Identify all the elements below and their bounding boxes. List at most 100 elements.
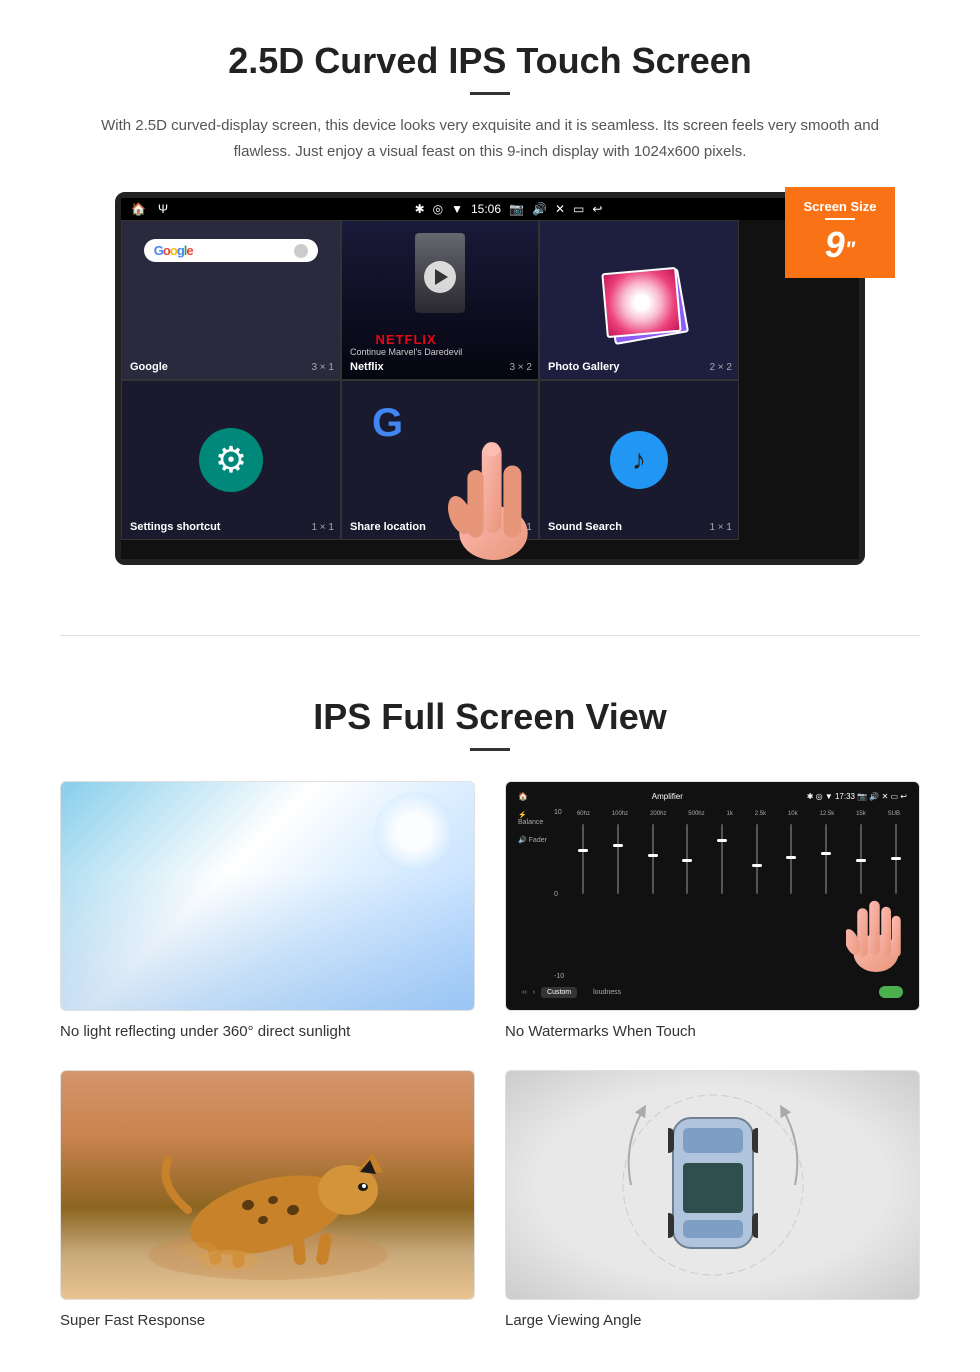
google-size: 3 × 1 bbox=[311, 362, 334, 373]
sun-rays bbox=[374, 792, 454, 872]
car-caption: Large Viewing Angle bbox=[505, 1312, 920, 1329]
close-icon[interactable]: ✕ bbox=[555, 202, 565, 216]
cheetah-silhouette-svg bbox=[118, 1085, 418, 1285]
location-icon: ◎ bbox=[433, 202, 443, 216]
window-icon[interactable]: ▭ bbox=[573, 202, 584, 216]
section1-title: 2.5D Curved IPS Touch Screen bbox=[60, 40, 920, 82]
sound-icon-wrap: ♪ bbox=[540, 381, 738, 539]
section-divider bbox=[60, 635, 920, 636]
google-logo: Google bbox=[154, 243, 193, 258]
settings-size: 1 × 1 bbox=[311, 522, 334, 533]
eq-slider-2[interactable] bbox=[617, 819, 619, 899]
eq-slider-1[interactable] bbox=[582, 819, 584, 899]
equalizer-image: 🏠 Amplifier ✱ ◎ ▼ 17:33 📷 🔊 ✕ ▭ ↩ ⚡ Bala… bbox=[506, 782, 919, 1010]
time-display: 15:06 bbox=[471, 202, 501, 216]
netflix-size: 3 × 2 bbox=[509, 362, 532, 373]
pointing-hand-icon bbox=[438, 389, 558, 569]
title-underline bbox=[470, 92, 510, 95]
device-mockup: Screen Size 9" 🏠 Ψ ✱ ◎ ▼ bbox=[115, 192, 865, 565]
statusbar-center: ✱ ◎ ▼ 15:06 📷 🔊 ✕ ▭ ↩ bbox=[415, 202, 603, 216]
cheetah-image bbox=[61, 1071, 474, 1299]
features-grid: No light reflecting under 360° direct su… bbox=[60, 781, 920, 1329]
section2-title: IPS Full Screen View bbox=[60, 696, 920, 738]
bluetooth-icon: ✱ bbox=[415, 202, 425, 216]
eq-custom-button[interactable]: Custom bbox=[541, 987, 577, 998]
equalizer-caption: No Watermarks When Touch bbox=[505, 1023, 920, 1040]
feature-equalizer: 🏠 Amplifier ✱ ◎ ▼ 17:33 📷 🔊 ✕ ▭ ↩ ⚡ Bala… bbox=[505, 781, 920, 1040]
settings-cell[interactable]: Settings shortcut 1 × 1 bbox=[121, 380, 341, 540]
eq-slider-4[interactable] bbox=[686, 819, 688, 899]
eq-statusbar: 🏠 Amplifier ✱ ◎ ▼ 17:33 📷 🔊 ✕ ▭ ↩ bbox=[514, 790, 911, 803]
wifi-icon: ▼ bbox=[451, 202, 463, 216]
sound-search-size: 1 × 1 bbox=[709, 522, 732, 533]
google-app-cell[interactable]: Google Google 3 × 1 bbox=[121, 220, 341, 380]
equalizer-image-box: 🏠 Amplifier ✱ ◎ ▼ 17:33 📷 🔊 ✕ ▭ ↩ ⚡ Bala… bbox=[505, 781, 920, 1011]
eq-home-icon: 🏠 bbox=[518, 792, 528, 801]
netflix-info: NETFLIX Continue Marvel's Daredevil bbox=[350, 332, 462, 357]
sound-search-label: Sound Search bbox=[548, 521, 622, 533]
eq-slider-7[interactable] bbox=[790, 819, 792, 899]
feature-sunlight: No light reflecting under 360° direct su… bbox=[60, 781, 475, 1040]
device-statusbar: 🏠 Ψ ✱ ◎ ▼ 15:06 📷 🔊 ✕ ▭ ↩ bbox=[121, 198, 859, 220]
netflix-logo: NETFLIX bbox=[350, 332, 462, 347]
music-note-icon: ♪ bbox=[610, 431, 668, 489]
netflix-app-cell[interactable]: NETFLIX Continue Marvel's Daredevil Netf… bbox=[341, 220, 539, 380]
google-g-icon: G bbox=[372, 401, 403, 446]
eq-fader-label: 🔊 Fader bbox=[518, 836, 550, 844]
badge-title: Screen Size bbox=[795, 199, 885, 214]
google-label: Google bbox=[130, 361, 168, 373]
settings-label: Settings shortcut bbox=[130, 521, 220, 533]
eq-loudness-label: loudness bbox=[593, 989, 621, 996]
eq-slider-3[interactable] bbox=[652, 819, 654, 899]
eq-amplifier-title: Amplifier bbox=[652, 792, 683, 801]
device-screen: 🏠 Ψ ✱ ◎ ▼ 15:06 📷 🔊 ✕ ▭ ↩ bbox=[115, 192, 865, 565]
eq-hand-icon bbox=[846, 877, 906, 977]
sunlight-image bbox=[61, 782, 474, 1010]
section-curved: 2.5D Curved IPS Touch Screen With 2.5D c… bbox=[0, 0, 980, 595]
eq-slider-8[interactable] bbox=[825, 819, 827, 899]
google-mic-icon[interactable] bbox=[294, 244, 308, 258]
eq-status-icons: ✱ ◎ ▼ 17:33 📷 🔊 ✕ ▭ ↩ bbox=[807, 792, 907, 801]
eq-loudness-toggle[interactable] bbox=[879, 986, 903, 998]
eq-bottom-bar: ‹‹ › Custom loudness bbox=[514, 982, 911, 1002]
volume-icon: 🔊 bbox=[532, 202, 547, 216]
eq-balance-label: ⚡ Balance bbox=[518, 811, 550, 826]
photo-stack bbox=[594, 264, 684, 354]
section1-desc: With 2.5D curved-display screen, this de… bbox=[100, 113, 880, 164]
statusbar-left: 🏠 Ψ bbox=[131, 202, 168, 216]
car-image bbox=[506, 1071, 919, 1299]
netflix-label: Netflix bbox=[350, 361, 384, 373]
photo-card-2 bbox=[601, 267, 681, 338]
section-ips: IPS Full Screen View No light reflecting… bbox=[0, 676, 980, 1369]
settings-icon-wrap bbox=[122, 381, 340, 539]
car-image-box bbox=[505, 1070, 920, 1300]
photo-gallery-cell[interactable]: Photo Gallery 2 × 2 bbox=[539, 220, 739, 380]
back-icon[interactable]: ↩ bbox=[592, 202, 602, 216]
screen-size-badge: Screen Size 9" bbox=[785, 187, 895, 278]
share-cell-content: G bbox=[342, 381, 538, 539]
sunlight-image-box bbox=[60, 781, 475, 1011]
eq-next-icon[interactable]: › bbox=[533, 989, 535, 996]
home-icon[interactable]: 🏠 bbox=[131, 202, 146, 216]
photo-gallery-label: Photo Gallery bbox=[548, 361, 620, 373]
eq-slider-5[interactable] bbox=[721, 819, 723, 899]
eq-prev-icon[interactable]: ‹‹ bbox=[522, 989, 527, 996]
netflix-play-button[interactable] bbox=[424, 261, 456, 293]
google-search-bar[interactable]: Google bbox=[144, 239, 318, 262]
camera-icon: 📷 bbox=[509, 202, 524, 216]
feature-cheetah: Super Fast Response bbox=[60, 1070, 475, 1329]
badge-size: 9" bbox=[795, 224, 885, 266]
eq-slider-6[interactable] bbox=[756, 819, 758, 899]
share-label: Share location bbox=[350, 521, 426, 533]
netflix-subtitle: Continue Marvel's Daredevil bbox=[350, 347, 462, 357]
cheetah-caption: Super Fast Response bbox=[60, 1312, 475, 1329]
cheetah-image-box bbox=[60, 1070, 475, 1300]
share-location-cell[interactable]: G bbox=[341, 380, 539, 540]
section2-underline bbox=[470, 748, 510, 751]
sunlight-caption: No light reflecting under 360° direct su… bbox=[60, 1023, 475, 1040]
sound-search-cell[interactable]: ♪ Sound Search 1 × 1 bbox=[539, 380, 739, 540]
netflix-bg: NETFLIX Continue Marvel's Daredevil bbox=[342, 221, 538, 379]
usb-icon: Ψ bbox=[158, 202, 168, 216]
car-top-view-svg bbox=[668, 1108, 758, 1258]
badge-underline bbox=[825, 218, 855, 220]
